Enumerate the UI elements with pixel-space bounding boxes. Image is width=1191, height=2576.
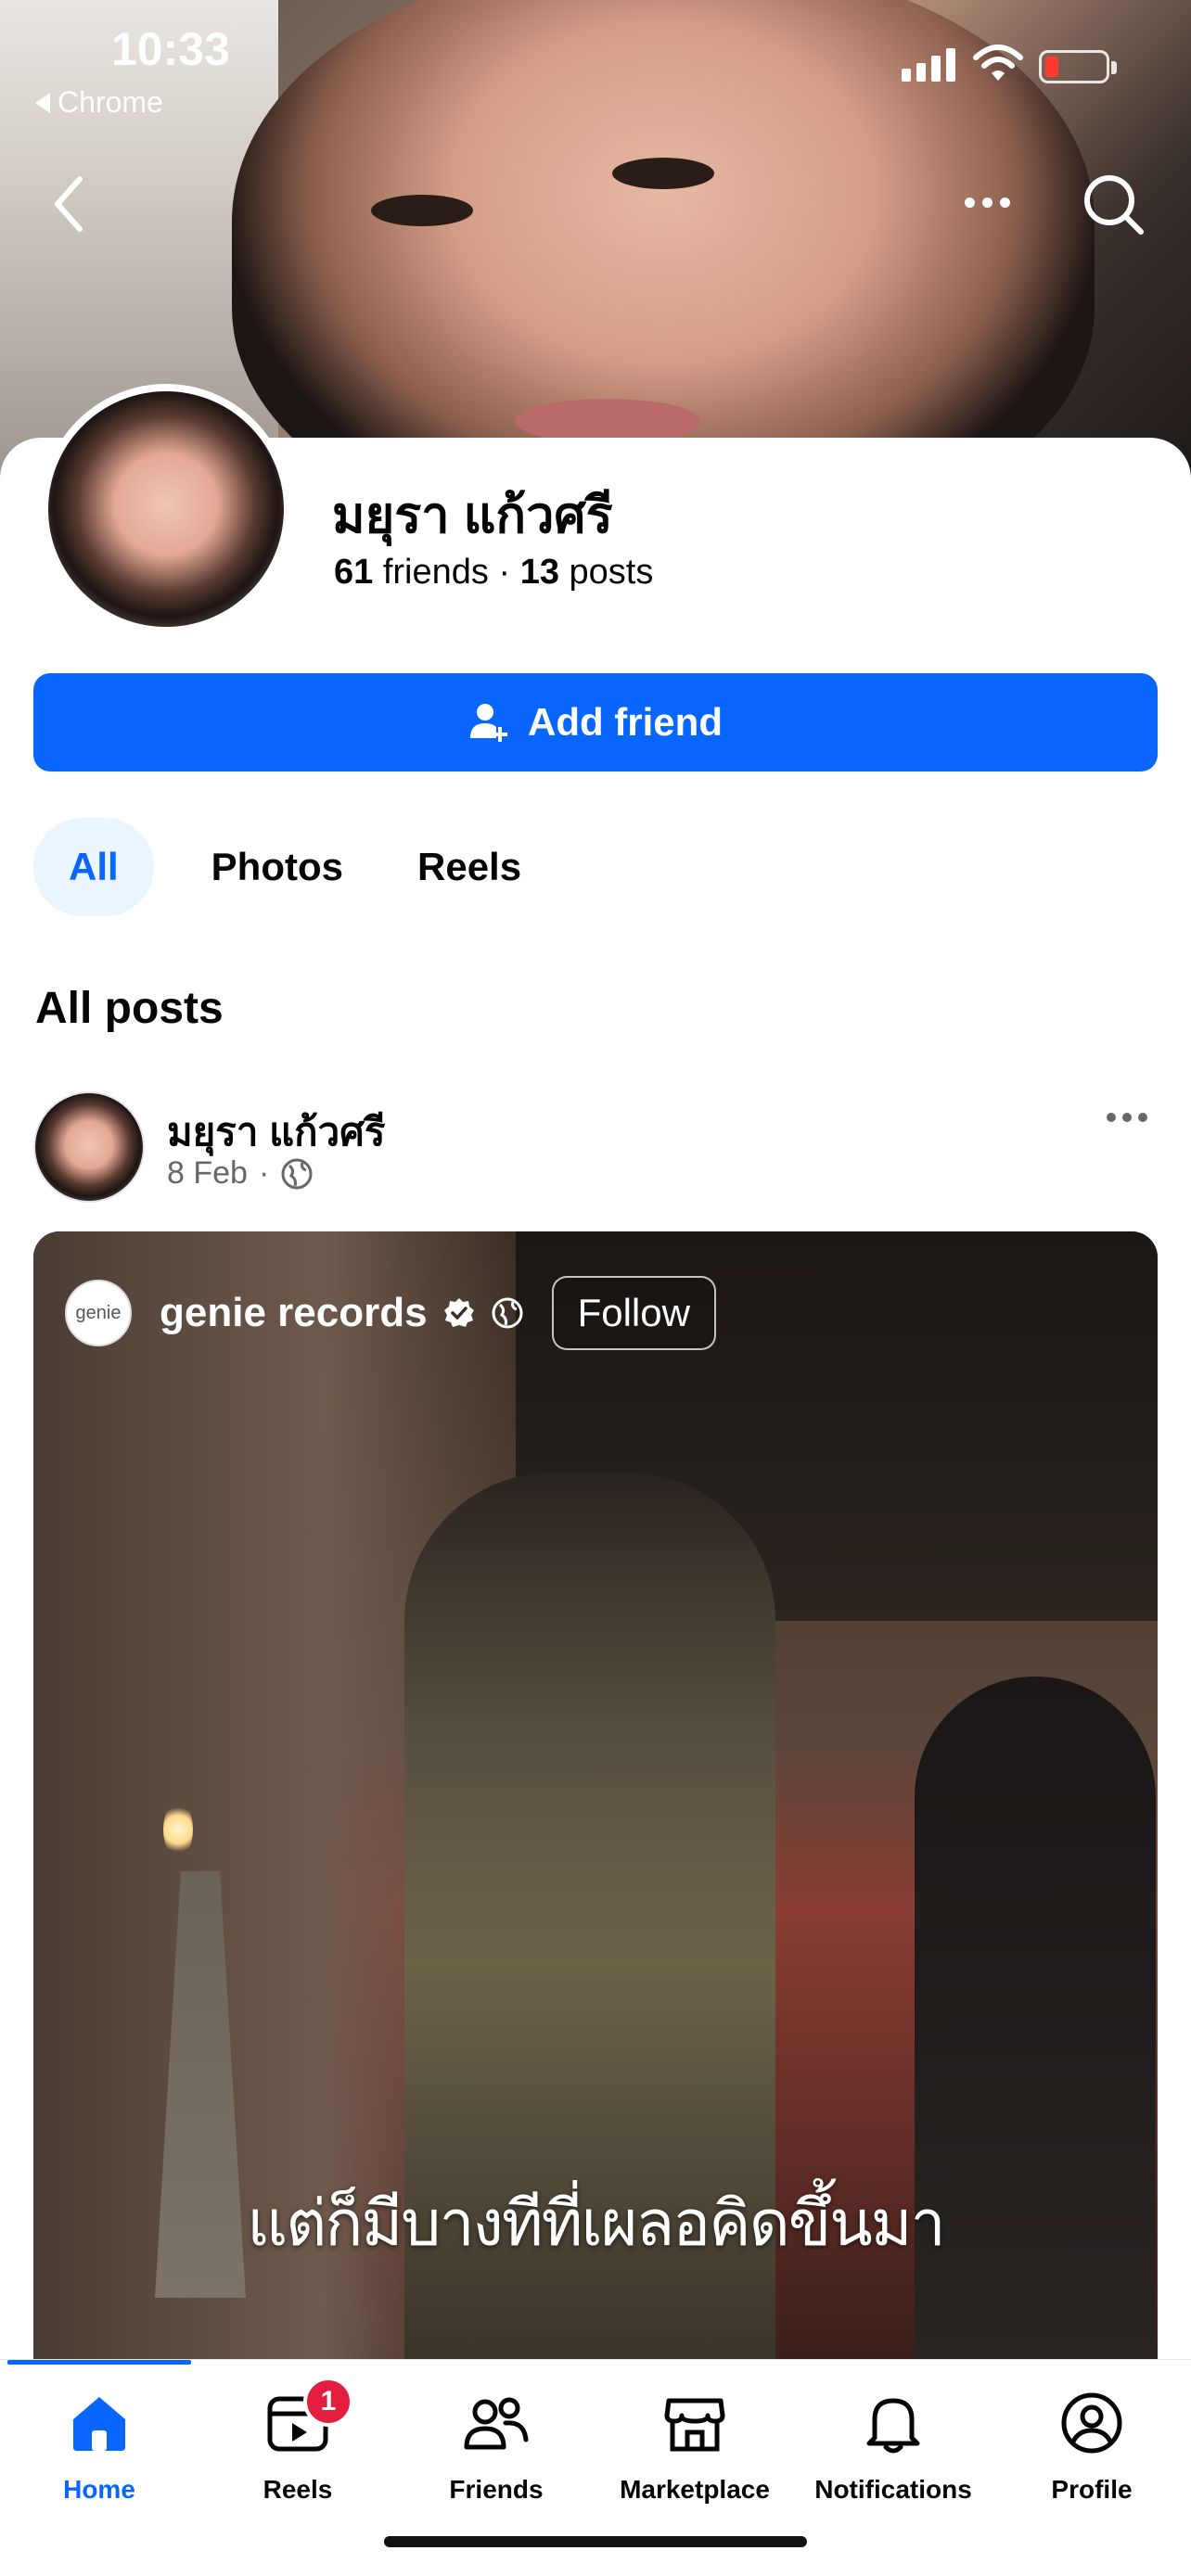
post-meta: 8 Feb · xyxy=(167,1155,314,1192)
post-author-name[interactable]: มยุรา แก้วศรี xyxy=(167,1102,385,1163)
search-icon[interactable] xyxy=(1076,167,1150,241)
cellular-signal-icon xyxy=(902,48,955,82)
cover-eye-right xyxy=(612,158,714,189)
posts-count: 13 xyxy=(519,553,559,592)
nav-reels-label: Reels xyxy=(263,2475,333,2504)
marketplace-icon xyxy=(664,2398,725,2452)
home-indicator xyxy=(384,2536,807,2547)
globe-icon xyxy=(281,1158,313,1189)
friends-icon xyxy=(464,2397,529,2450)
tab-photos[interactable]: Photos xyxy=(174,818,380,916)
shared-globe-icon xyxy=(492,1297,523,1329)
reels-notification-badge: 1 xyxy=(303,2377,353,2427)
status-time: 10:33 xyxy=(111,23,230,75)
add-person-icon xyxy=(470,704,507,742)
back-arrow-icon[interactable] xyxy=(46,172,93,236)
add-friend-label: Add friend xyxy=(528,700,723,744)
home-icon xyxy=(73,2397,125,2451)
status-bar: 10:33 Chrome xyxy=(0,0,1191,139)
more-options-icon[interactable] xyxy=(965,185,1020,219)
shared-post-header: genie genie records Follow xyxy=(65,1276,716,1350)
active-tab-indicator xyxy=(7,2360,191,2365)
genie-records-logo[interactable]: genie xyxy=(65,1280,132,1346)
add-friend-button[interactable]: Add friend xyxy=(33,673,1158,772)
post-more-options-icon[interactable] xyxy=(1107,1113,1147,1122)
profile-stats: 61 friends · 13 posts xyxy=(334,553,653,593)
tab-reels[interactable]: Reels xyxy=(380,818,558,916)
nav-notifications[interactable]: Notifications xyxy=(794,2386,992,2516)
section-title: All posts xyxy=(35,984,224,1033)
profile-icon xyxy=(1061,2392,1122,2454)
cover-lips xyxy=(515,399,700,443)
nav-profile[interactable]: Profile xyxy=(992,2386,1191,2516)
post-date[interactable]: 8 Feb xyxy=(167,1155,248,1192)
nav-friends[interactable]: Friends xyxy=(397,2386,596,2516)
video-caption: แต่ก็มีบางทีที่เผลอคิดขึ้นมา xyxy=(247,2188,945,2259)
nav-profile-label: Profile xyxy=(1051,2475,1133,2504)
back-to-app-link[interactable]: Chrome xyxy=(35,85,163,120)
friends-count: 61 xyxy=(334,553,374,592)
back-app-label: Chrome xyxy=(58,85,163,119)
bell-icon xyxy=(866,2398,920,2454)
post-meta-separator: · xyxy=(258,1155,270,1191)
nav-friends-label: Friends xyxy=(449,2475,544,2504)
posts-label: posts xyxy=(569,553,654,592)
video-candle-flame xyxy=(163,1802,193,1857)
verified-badge-icon xyxy=(443,1298,474,1327)
stats-separator: · xyxy=(498,553,511,592)
battery-icon xyxy=(1039,50,1117,83)
tab-all[interactable]: All xyxy=(33,818,154,916)
post-author-avatar[interactable] xyxy=(33,1091,145,1203)
nav-home[interactable]: Home xyxy=(0,2386,198,2516)
nav-marketplace[interactable]: Marketplace xyxy=(596,2386,794,2516)
profile-tabs: All Photos Reels xyxy=(33,818,558,916)
nav-reels[interactable]: 1 Reels xyxy=(198,2377,397,2516)
shared-video[interactable]: genie genie records Follow แต่ก็มีบางทีท… xyxy=(33,1231,1158,2363)
nav-marketplace-label: Marketplace xyxy=(620,2475,770,2504)
nav-notifications-label: Notifications xyxy=(814,2475,972,2504)
back-triangle-icon xyxy=(35,92,50,113)
profile-name: มยุรา แก้วศรี xyxy=(332,488,613,543)
nav-home-label: Home xyxy=(63,2475,135,2504)
shared-page-name[interactable]: genie records xyxy=(160,1290,428,1336)
follow-button[interactable]: Follow xyxy=(551,1276,716,1350)
cover-eye-left xyxy=(371,195,473,226)
profile-avatar[interactable] xyxy=(41,384,291,634)
wifi-icon xyxy=(973,45,1023,81)
friends-label[interactable]: friends xyxy=(383,553,489,592)
